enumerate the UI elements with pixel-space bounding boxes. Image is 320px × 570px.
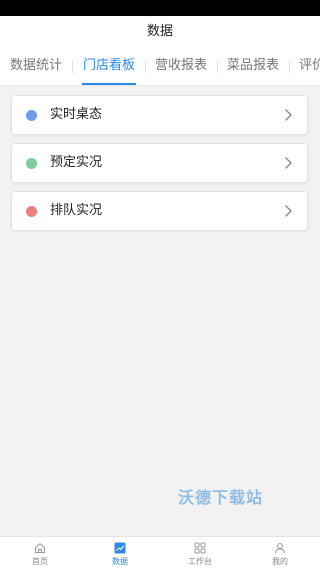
chart-icon [114,542,126,554]
nav-workbench[interactable]: 工作台 [160,537,240,570]
tab-revenue-report[interactable]: 营收报表 [154,48,208,85]
page-title: 数据 [0,16,320,48]
tab-divider [145,61,146,73]
bottom-nav: 首页 数据 工作台 我的 [0,536,320,570]
user-icon [275,543,285,554]
chevron-right-icon [285,157,292,169]
card-label: 实时桌态 [50,107,103,122]
tab-divider [217,61,218,73]
nav-label: 我的 [272,557,288,566]
card-reservations[interactable]: 预定实况 [11,143,308,183]
tab-data-statistics[interactable]: 数据统计 [9,48,63,85]
grid-icon [194,542,206,554]
chevron-right-icon [285,205,292,217]
status-bar [0,0,320,16]
nav-profile[interactable]: 我的 [240,537,320,570]
nav-data[interactable]: 数据 [80,537,160,570]
card-label: 排队实况 [50,203,103,218]
nav-label: 首页 [32,557,48,566]
card-realtime-tables[interactable]: 实时桌态 [11,95,308,135]
tab-reviews[interactable]: 评价 [299,48,320,85]
status-dot [26,110,37,121]
tab-divider [289,61,290,73]
home-icon [35,543,45,553]
tab-bar: 数据统计 门店看板 营收报表 菜品报表 评价 [0,48,320,86]
watermark: 沃德下载站 [178,488,264,507]
nav-label: 数据 [112,557,128,566]
tab-store-board[interactable]: 门店看板 [82,48,136,85]
card-label: 预定实况 [50,155,103,170]
nav-label: 工作台 [188,557,212,566]
tab-dish-report[interactable]: 菜品报表 [226,48,280,85]
status-dot [26,206,37,217]
card-queue[interactable]: 排队实况 [11,191,308,231]
chevron-right-icon [285,109,292,121]
status-dot [26,158,37,169]
nav-home[interactable]: 首页 [0,537,80,570]
tab-divider [72,61,73,73]
